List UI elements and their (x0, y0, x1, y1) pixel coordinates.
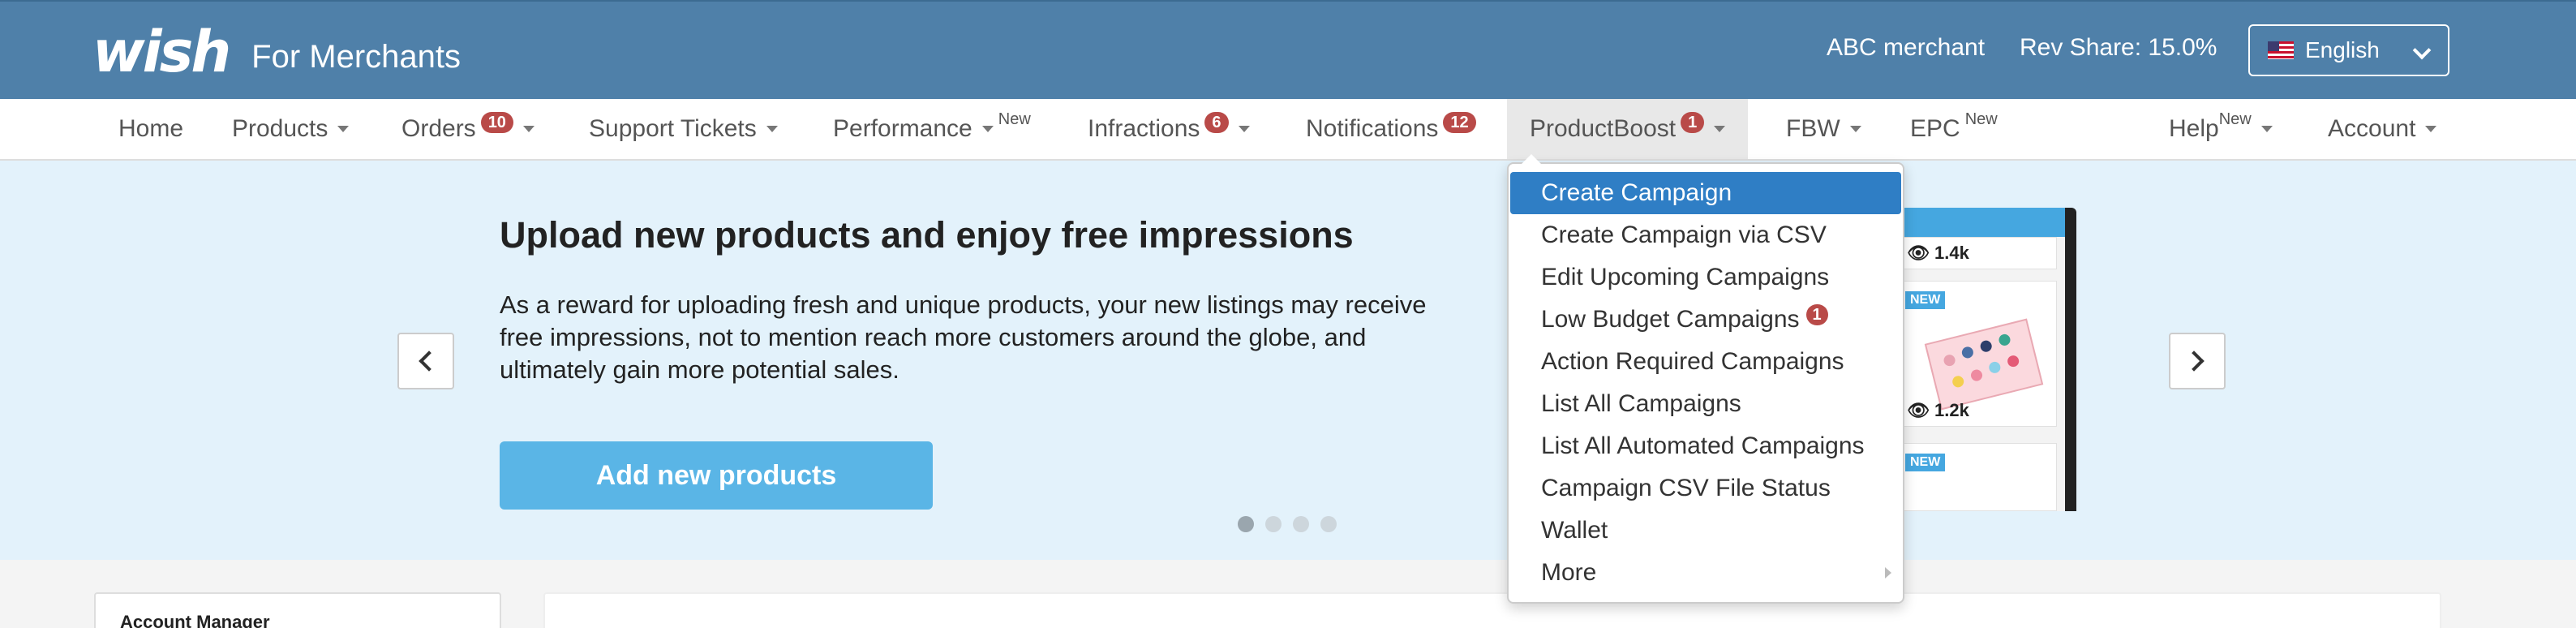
nav-epc-label: EPC (1910, 115, 1960, 142)
new-marker: New (998, 110, 1031, 128)
low-budget-label: Low Budget Campaigns (1541, 306, 1800, 333)
nav-help[interactable]: Help New (2169, 99, 2273, 159)
caret-down-icon (337, 126, 350, 132)
banner-title: Upload new products and enjoy free impre… (500, 214, 1354, 256)
productboost-badge: 1 (1681, 112, 1705, 133)
nav-support-tickets[interactable]: Support Tickets (589, 99, 778, 159)
nav-notifications-label: Notifications (1306, 115, 1439, 142)
nav-performance[interactable]: Performance New (833, 99, 1031, 159)
nav-performance-label: Performance (833, 115, 972, 142)
wish-logo[interactable]: wish For Merchants (92, 19, 462, 85)
nav-products[interactable]: Products (232, 99, 350, 159)
nav-infractions-label: Infractions (1088, 115, 1200, 142)
nav-fbw[interactable]: FBW (1786, 99, 1861, 159)
nav-infractions[interactable]: Infractions 6 (1088, 99, 1250, 159)
carousel-dot[interactable] (1320, 516, 1337, 532)
nav-account[interactable]: Account (2328, 99, 2437, 159)
caret-down-icon (981, 126, 994, 132)
promo-banner: Upload new products and enjoy free impre… (0, 161, 2576, 560)
main-content-card (543, 592, 2441, 628)
nav-productboost[interactable]: ProductBoost 1 (1507, 99, 1749, 159)
nav-fbw-label: FBW (1786, 115, 1840, 142)
nav-help-label: Help (2169, 115, 2219, 142)
menu-item-create-campaign-csv[interactable]: Create Campaign via CSV (1509, 214, 1903, 256)
menu-item-low-budget-campaigns[interactable]: Low Budget Campaigns 1 (1509, 299, 1903, 341)
eyeshadow-palette-image (1924, 318, 2044, 411)
chevron-left-icon (419, 351, 440, 372)
caret-down-icon (1714, 126, 1726, 132)
nav-home[interactable]: Home (118, 99, 183, 159)
nav-account-label: Account (2328, 115, 2416, 142)
logo-wordmark: wish (92, 19, 231, 85)
nav-products-label: Products (232, 115, 328, 142)
menu-item-create-campaign[interactable]: Create Campaign (1510, 172, 1901, 214)
more-label: More (1541, 559, 1597, 586)
nav-orders[interactable]: Orders 10 (401, 99, 535, 159)
nav-epc[interactable]: EPC New (1910, 99, 1998, 159)
menu-item-campaign-csv-status[interactable]: Campaign CSV File Status (1509, 467, 1903, 510)
caret-down-icon (766, 126, 778, 132)
notifications-badge: 12 (1443, 112, 1476, 133)
chevron-down-icon (2412, 41, 2432, 60)
caret-down-icon (1238, 126, 1250, 132)
nav-notifications[interactable]: Notifications 12 (1306, 99, 1476, 159)
account-manager-title: Account Manager (120, 612, 270, 628)
carousel-next-button[interactable] (2169, 333, 2226, 389)
menu-item-action-required-campaigns[interactable]: Action Required Campaigns (1509, 341, 1903, 383)
new-tag: NEW (1905, 454, 1946, 471)
carousel-dot[interactable] (1293, 516, 1309, 532)
logo-subtitle: For Merchants (251, 39, 462, 75)
caret-down-icon (1849, 126, 1861, 132)
menu-item-list-all-campaigns[interactable]: List All Campaigns (1509, 383, 1903, 425)
carousel-prev-button[interactable] (397, 333, 454, 389)
rev-share: Rev Share: 15.0% (2020, 34, 2218, 61)
chevron-right-icon (2183, 351, 2205, 372)
dropdown-pointer (1522, 154, 1541, 164)
nav-home-label: Home (118, 115, 184, 142)
productboost-dropdown-menu: Create Campaign Create Campaign via CSV … (1507, 162, 1904, 604)
new-marker: New (1964, 110, 1998, 128)
dashboard-content: Account Manager (0, 560, 2576, 628)
menu-item-edit-upcoming-campaigns[interactable]: Edit Upcoming Campaigns (1509, 256, 1903, 299)
language-label: English (2305, 37, 2380, 62)
caret-down-icon (2425, 126, 2437, 132)
add-new-products-button[interactable]: Add new products (500, 441, 933, 510)
nav-productboost-label: ProductBoost (1530, 115, 1677, 142)
product-card-top: 👁 1.4k (1898, 237, 2057, 269)
orders-badge: 10 (480, 112, 513, 133)
menu-item-list-automated-campaigns[interactable]: List All Automated Campaigns (1509, 425, 1903, 467)
nav-orders-label: Orders (401, 115, 476, 142)
submenu-arrow-icon (1885, 567, 1891, 579)
view-count-mid: 👁 1.2k (1907, 400, 1969, 420)
product-card-mid: NEW 👁 1.2k (1898, 281, 2057, 427)
merchant-name: ABC merchant (1827, 34, 1986, 61)
infractions-badge: 6 (1204, 112, 1229, 133)
us-flag-icon (2268, 41, 2294, 59)
carousel-indicators (1238, 516, 1337, 532)
nav-support-label: Support Tickets (589, 115, 757, 142)
top-header: wish For Merchants ABC merchant Rev Shar… (0, 0, 2576, 99)
carousel-dot[interactable] (1238, 516, 1254, 532)
caret-down-icon (2260, 126, 2273, 132)
low-budget-badge: 1 (1805, 304, 1828, 325)
language-selector[interactable]: English (2248, 24, 2449, 76)
caret-down-icon (522, 126, 535, 132)
menu-item-wallet[interactable]: Wallet (1509, 510, 1903, 552)
menu-item-more[interactable]: More (1509, 552, 1903, 594)
main-nav: Home Products Orders 10 Support Tickets … (0, 99, 2576, 161)
carousel-dot[interactable] (1265, 516, 1282, 532)
product-card-bottom: NEW (1898, 443, 2057, 511)
new-marker: New (2218, 110, 2252, 128)
account-manager-card: Account Manager (94, 592, 501, 628)
new-tag: NEW (1905, 291, 1946, 309)
view-count-top: 👁 1.4k (1907, 243, 1969, 263)
banner-description: As a reward for uploading fresh and uniq… (500, 290, 1427, 384)
